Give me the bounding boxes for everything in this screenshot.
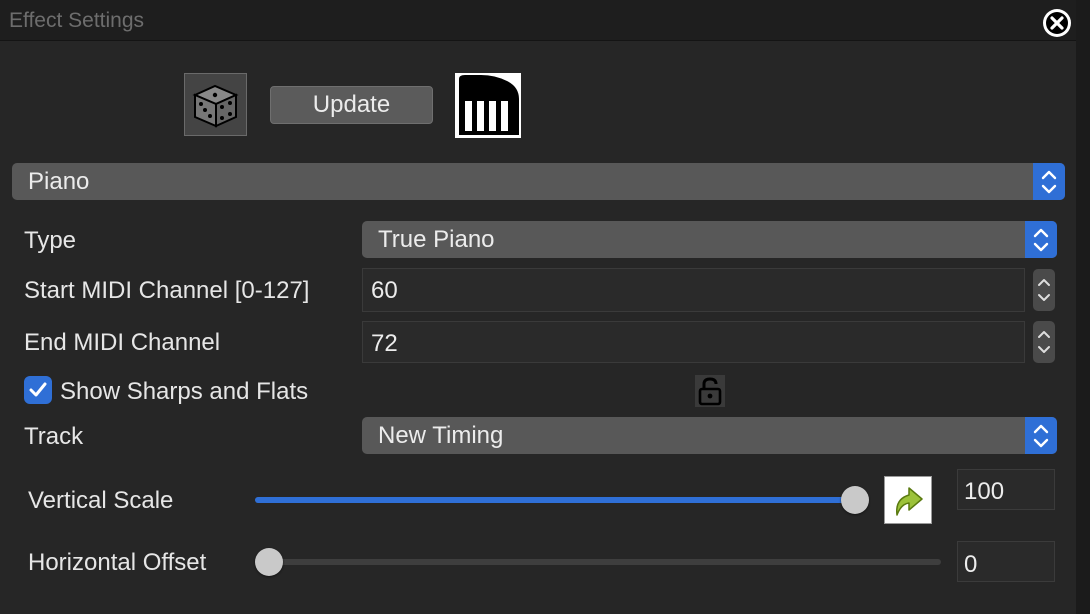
slider-track	[269, 559, 941, 565]
update-button[interactable]: Update	[270, 86, 433, 124]
end-midi-input[interactable]: 72	[362, 321, 1025, 363]
piano-icon[interactable]	[455, 73, 521, 138]
title-bar: Effect Settings	[0, 0, 1090, 41]
updown-chevron-icon	[1033, 163, 1065, 200]
close-button[interactable]	[1043, 9, 1071, 37]
updown-chevron-icon	[1038, 331, 1050, 353]
reset-button[interactable]	[884, 476, 932, 524]
updown-chevron-icon	[1038, 279, 1050, 301]
reset-arrow-icon	[896, 487, 923, 516]
effect-select[interactable]: Piano	[12, 163, 1065, 200]
window-edge	[1076, 0, 1090, 614]
dice-icon	[192, 84, 239, 128]
horizontal-offset-slider[interactable]	[255, 548, 941, 576]
end-midi-stepper[interactable]	[1033, 321, 1055, 363]
track-label: Track	[24, 423, 84, 450]
slider-thumb[interactable]	[255, 548, 283, 576]
type-select-value: True Piano	[378, 225, 495, 253]
horizontal-offset-label: Horizontal Offset	[28, 549, 207, 576]
effect-select-value: Piano	[28, 167, 90, 195]
sharps-flats-checkbox[interactable]	[24, 376, 52, 404]
close-icon	[1046, 12, 1068, 34]
end-midi-label: End MIDI Channel	[24, 329, 221, 356]
track-select[interactable]: New Timing	[362, 417, 1057, 454]
updown-chevron-icon	[1025, 417, 1057, 454]
sharps-flats-label: Show Sharps and Flats	[60, 378, 309, 405]
type-select[interactable]: True Piano	[362, 221, 1057, 258]
type-label: Type	[24, 227, 77, 254]
randomize-button[interactable]	[184, 73, 247, 136]
horizontal-offset-value[interactable]: 0	[957, 541, 1055, 582]
lock-icon[interactable]	[695, 375, 725, 407]
track-select-value: New Timing	[378, 421, 504, 449]
checkmark-icon	[29, 382, 47, 397]
window-title: Effect Settings	[9, 9, 145, 32]
vertical-scale-label: Vertical Scale	[28, 487, 174, 514]
updown-chevron-icon	[1025, 221, 1057, 258]
start-midi-stepper[interactable]	[1033, 269, 1055, 311]
start-midi-label: Start MIDI Channel [0-127]	[24, 277, 310, 304]
slider-thumb[interactable]	[841, 486, 869, 514]
vertical-scale-value[interactable]: 100	[957, 469, 1055, 510]
vertical-scale-slider[interactable]	[255, 486, 869, 514]
slider-fill	[255, 497, 855, 503]
start-midi-input[interactable]: 60	[362, 268, 1025, 312]
